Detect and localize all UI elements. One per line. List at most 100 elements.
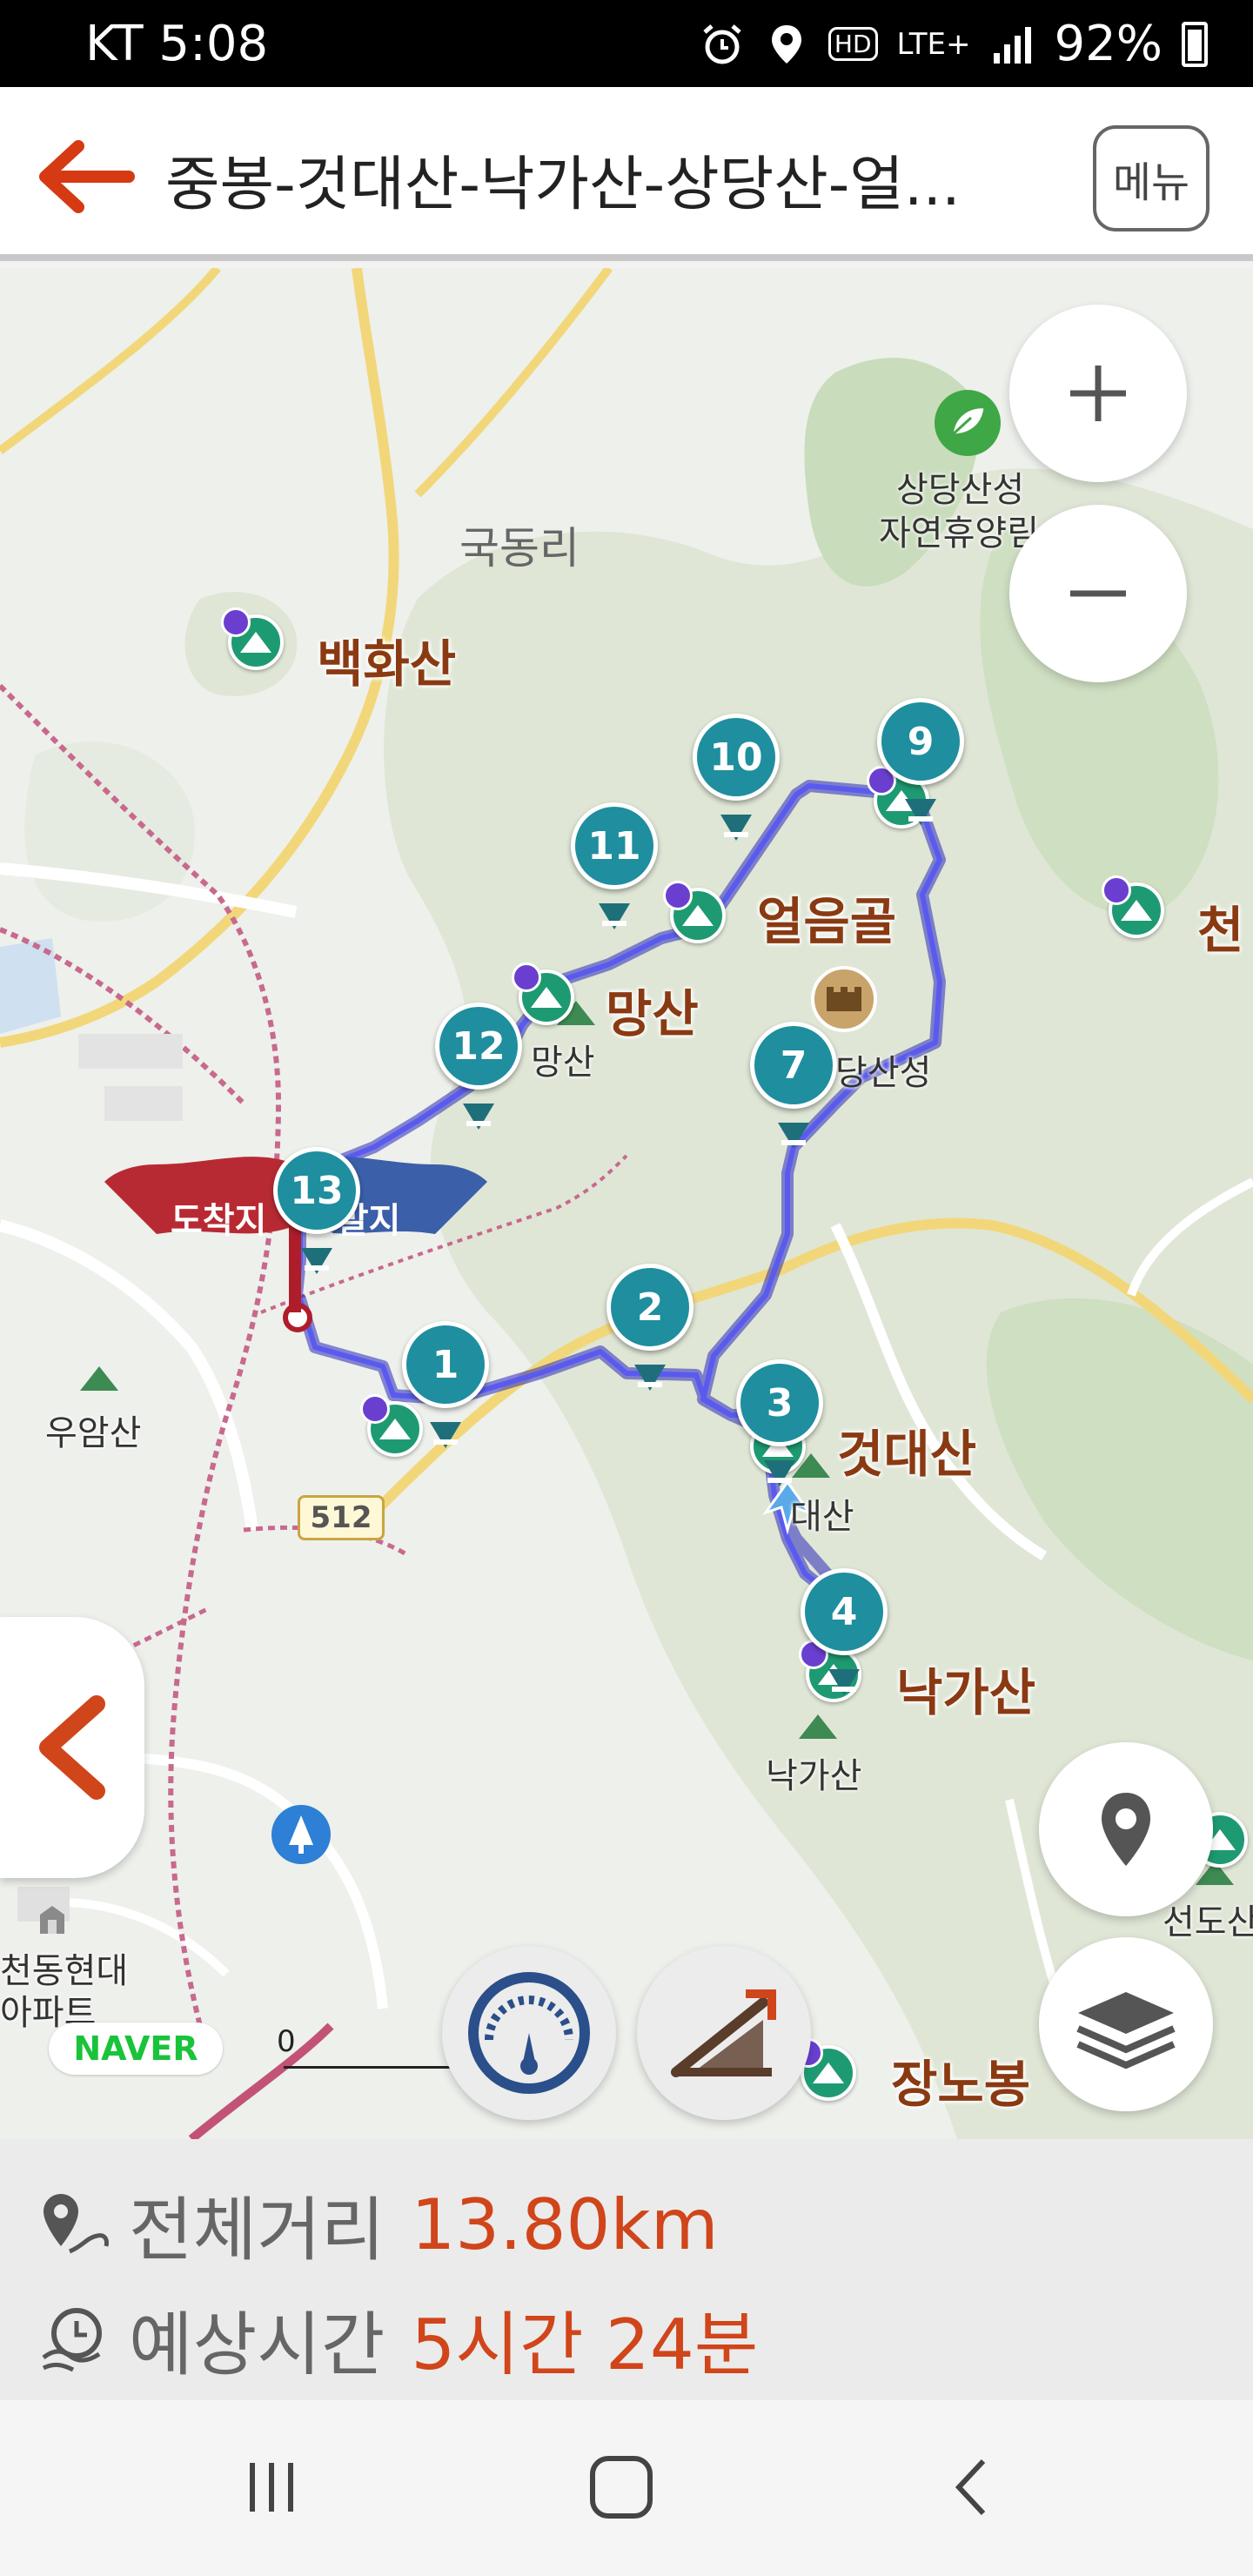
- label-forest-2: 자연휴양림: [879, 513, 1039, 553]
- waypoint-pin-icon: [634, 1365, 666, 1391]
- waypoint-pin-icon: [828, 1669, 860, 1695]
- peak-badge-icon: [221, 607, 251, 637]
- scale-bar-label: 0: [277, 2024, 296, 2059]
- waypoint-pin-icon: [430, 1422, 461, 1448]
- distance-label: 전체거리: [129, 2190, 385, 2271]
- peak-badge-icon: [360, 1394, 390, 1424]
- waypoint-pin-icon: [301, 1248, 332, 1274]
- waypoint-pin-icon: [599, 903, 630, 929]
- label-nakgasan[interactable]: 낙가산: [896, 1652, 1035, 1725]
- recents-icon: [250, 2463, 293, 2512]
- speedometer-icon: [468, 1972, 590, 2094]
- waypoint-marker-2[interactable]: 2: [606, 1264, 721, 1403]
- elevation-graph-icon: [671, 1989, 776, 2077]
- label-nakgasan-small: 낙가산: [766, 1756, 862, 1796]
- time-row: 예상시간 5시간 24분: [35, 2289, 758, 2390]
- battery-percent: 92%: [1054, 16, 1163, 72]
- alarm-icon: [703, 23, 741, 64]
- label-geotdaesan[interactable]: 것대산: [837, 1413, 976, 1486]
- signal-icon: [993, 26, 1031, 64]
- waypoint-pin-icon: [463, 1104, 494, 1130]
- time-value: 5시간 24분: [411, 2304, 759, 2385]
- speedometer-button[interactable]: [442, 1946, 616, 2120]
- route-summary-panel: 전체거리 13.80km 예상시간 5시간 24분: [0, 2139, 1253, 2400]
- elevation-button[interactable]: [637, 1946, 811, 2120]
- waypoint-number: 11: [571, 802, 658, 889]
- waypoint-pin-icon: [778, 1123, 809, 1149]
- status-bar: KT 5:08 HD LTE+ 92%: [0, 0, 1253, 87]
- panel-toggle-button[interactable]: [0, 1617, 144, 1878]
- location-pin-icon: [1102, 1793, 1150, 1866]
- waypoint-number: 7: [750, 1022, 837, 1109]
- waypoint-marker-9[interactable]: 9: [877, 698, 992, 837]
- layers-button[interactable]: [1039, 1937, 1213, 2111]
- distance-row: 전체거리 13.80km: [35, 2174, 719, 2275]
- arrival-flag-label: 도착지: [171, 1201, 267, 1241]
- zoom-in-button[interactable]: [1009, 305, 1187, 482]
- nav-back-button[interactable]: [921, 2444, 1025, 2531]
- waypoint-marker-3[interactable]: 3: [736, 1359, 851, 1499]
- my-location-button[interactable]: [1039, 1742, 1213, 1916]
- menu-button[interactable]: 메뉴: [1093, 125, 1209, 231]
- plus-icon: [1070, 366, 1126, 421]
- waypoint-marker-13[interactable]: 13: [273, 1147, 388, 1286]
- minus-icon: [1070, 590, 1126, 597]
- waypoint-marker-7[interactable]: 7: [750, 1022, 865, 1161]
- label-uamsan: 우암산: [45, 1413, 142, 1453]
- waypoint-marker-1[interactable]: 1: [402, 1321, 517, 1460]
- distance-value: 13.80km: [411, 2184, 719, 2265]
- app-header: 중봉-것대산-낙가산-상당산-얼... 메뉴: [0, 87, 1253, 261]
- label-gukdong: 국동리: [459, 523, 580, 574]
- label-baekhwasan[interactable]: 백화산: [317, 623, 456, 696]
- status-time: KT 5:08: [85, 16, 269, 72]
- map-view[interactable]: 도착지 출발지 국동리 백화산 얼음골 망산 망산 당산성 상당산성 자연휴양림…: [0, 268, 1253, 2139]
- label-eolumgol[interactable]: 얼음골: [757, 881, 896, 954]
- road-number-badge: 512: [298, 1495, 385, 1540]
- home-button[interactable]: [569, 2444, 673, 2531]
- mountain-marker-uamsan: [80, 1366, 118, 1391]
- label-mangsan[interactable]: 망산: [606, 973, 699, 1046]
- hd-indicator: HD: [828, 27, 878, 61]
- peak-badge-icon: [512, 963, 541, 992]
- waypoint-number: 12: [435, 1003, 522, 1090]
- system-nav-bar: [0, 2400, 1253, 2576]
- waypoint-marker-11[interactable]: 11: [571, 802, 686, 942]
- mountain-marker-nakgasan: [799, 1714, 837, 1739]
- waypoint-number: 13: [273, 1147, 360, 1234]
- building-icon: [40, 1906, 64, 1934]
- chevron-left-icon: [39, 1695, 105, 1800]
- recents-button[interactable]: [219, 2444, 324, 2531]
- zoom-out-button[interactable]: [1009, 505, 1187, 682]
- waypoint-marker-12[interactable]: 12: [435, 1003, 550, 1142]
- scale-bar: [284, 2066, 458, 2069]
- label-seondo: 선도산: [1163, 1902, 1253, 1942]
- waypoint-pin-icon: [720, 815, 752, 841]
- battery-icon: [1182, 21, 1208, 67]
- waypoint-number: 4: [801, 1568, 888, 1655]
- status-icons: HD LTE+ 92%: [700, 16, 1208, 72]
- forest-recreation-icon[interactable]: [933, 388, 1002, 458]
- page-title: 중봉-것대산-낙가산-상당산-얼...: [165, 151, 961, 219]
- location-icon: [771, 24, 801, 64]
- waypoint-pin-icon: [905, 799, 936, 825]
- naver-logo: NAVER: [49, 2023, 223, 2075]
- waypoint-marker-10[interactable]: 10: [693, 714, 807, 853]
- time-icon: [42, 2308, 102, 2372]
- waypoint-pin-icon: [764, 1460, 795, 1486]
- waypoint-number: 2: [606, 1264, 694, 1351]
- peak-badge-icon: [1102, 875, 1131, 905]
- waypoint-number: 3: [736, 1359, 823, 1446]
- home-icon: [590, 2456, 653, 2519]
- time-label: 예상시간: [129, 2304, 385, 2385]
- park-icon[interactable]: [270, 1803, 332, 1866]
- waypoint-number: 1: [402, 1321, 489, 1408]
- back-button[interactable]: [26, 129, 139, 225]
- arrow-left-icon: [39, 140, 135, 213]
- back-icon: [955, 2459, 986, 2516]
- label-cheon-partial: 천: [1197, 901, 1244, 960]
- label-jangnobong[interactable]: 장노봉: [891, 2043, 1030, 2116]
- waypoint-number: 10: [693, 714, 780, 801]
- waypoint-marker-4[interactable]: 4: [801, 1568, 915, 1707]
- layers-icon: [1076, 1992, 1176, 2070]
- waypoint-number: 9: [877, 698, 964, 785]
